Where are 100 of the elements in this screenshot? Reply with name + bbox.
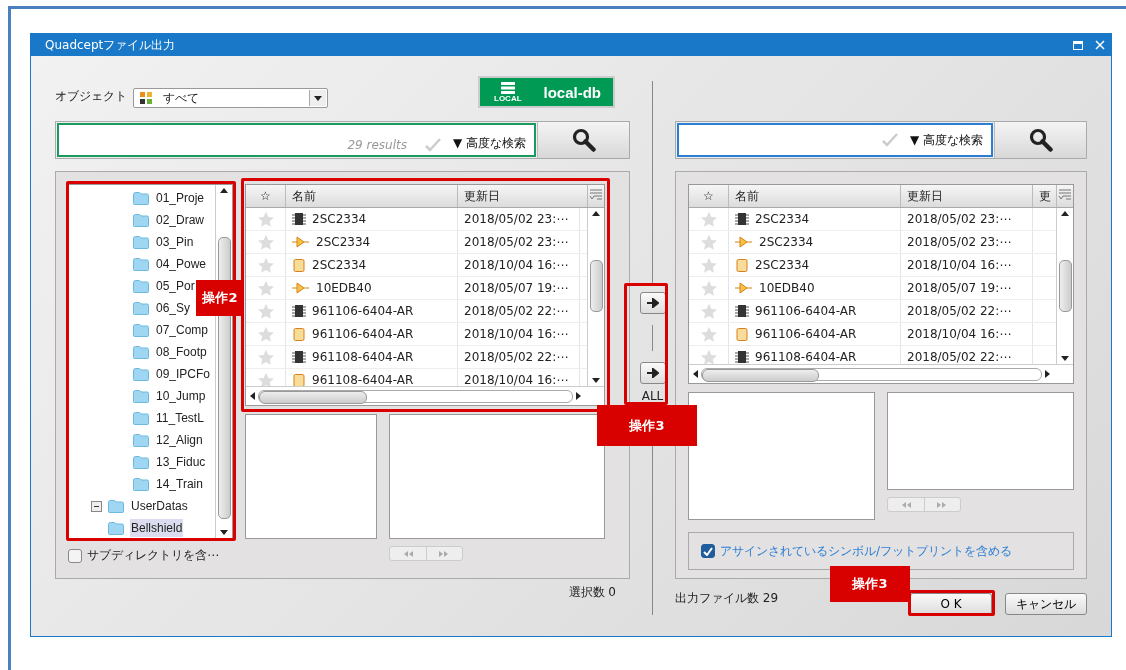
table-cell: 2018/05/02 23:⋯ <box>901 208 1033 230</box>
scroll-thumb[interactable] <box>702 368 820 382</box>
chip-icon <box>292 213 306 225</box>
tree-item[interactable]: 04_Powe <box>155 255 208 273</box>
table-cell: 961106-6404-AR <box>286 323 458 345</box>
dropdown-arrow-icon[interactable] <box>314 95 322 101</box>
star-icon[interactable] <box>699 348 718 364</box>
tree-item[interactable]: 14_Train <box>155 475 204 493</box>
star-icon[interactable] <box>256 256 275 274</box>
star-icon[interactable] <box>699 210 718 228</box>
database-icon <box>500 81 515 94</box>
star-icon[interactable] <box>256 371 275 386</box>
table-cell: 2SC2334 <box>729 254 901 276</box>
scroll-right-icon[interactable] <box>1045 370 1050 378</box>
star-icon[interactable] <box>256 233 275 251</box>
checkmark-icon <box>424 138 441 152</box>
pager[interactable] <box>887 497 961 512</box>
folder-icon <box>133 191 149 205</box>
horizontal-scrollbar[interactable] <box>689 364 1073 383</box>
column-header[interactable]: 更新日 <box>901 185 1033 207</box>
triangle-symbol-icon <box>735 236 753 248</box>
horizontal-scrollbar[interactable] <box>246 386 604 405</box>
table-cell: 10EDB40 <box>729 277 901 299</box>
column-header[interactable]: 更新日 <box>458 185 588 207</box>
table-cell: 2018/10/04 16:⋯ <box>458 323 580 345</box>
table-cell: 961108-6404-AR <box>729 346 901 364</box>
vertical-scrollbar[interactable] <box>587 208 604 386</box>
search-field[interactable]: 29 results ▼ 高度な検索 <box>57 123 536 157</box>
star-icon[interactable] <box>699 233 718 251</box>
search-button[interactable] <box>994 122 1086 158</box>
tree-item[interactable]: 06_Sy <box>155 299 192 317</box>
object-dropdown[interactable]: すべて <box>133 88 328 108</box>
chip-icon <box>735 351 749 363</box>
selection-count: 選択数 0 <box>567 584 617 601</box>
star-icon[interactable] <box>256 325 275 343</box>
table-cell: 2018/10/04 16:⋯ <box>458 254 580 276</box>
table-cell: 2018/10/04 16:⋯ <box>901 323 1033 345</box>
tree-item[interactable]: 13_Fiduc <box>155 453 207 471</box>
star-icon[interactable] <box>256 348 275 366</box>
star-icon[interactable] <box>699 302 718 320</box>
star-icon[interactable] <box>699 256 718 274</box>
folder-icon <box>133 389 149 403</box>
folder-icon <box>133 455 149 469</box>
tree-item[interactable]: 11_TestL <box>155 409 205 427</box>
tree-item[interactable]: 02_Draw <box>155 211 206 229</box>
database-button[interactable]: LOCAL local-db <box>478 76 615 108</box>
all-label: ALL <box>641 389 664 403</box>
column-header[interactable]: ☆ <box>246 185 286 207</box>
folder-icon <box>133 213 149 227</box>
cancel-button[interactable]: キャンセル <box>1005 593 1087 615</box>
folder-icon <box>133 323 149 337</box>
folder-icon <box>133 477 149 491</box>
search-button[interactable] <box>537 122 629 158</box>
star-icon[interactable] <box>699 279 718 297</box>
category-icon <box>140 92 153 104</box>
scroll-thumb[interactable] <box>589 260 603 312</box>
table-cell: 2018/05/02 22:⋯ <box>458 300 580 322</box>
tree-item[interactable]: 08_Footp <box>155 343 208 361</box>
scroll-right-icon[interactable] <box>576 392 581 400</box>
column-header[interactable]: 名前 <box>729 185 901 207</box>
table-cell: 2018/10/04 16:⋯ <box>458 369 580 386</box>
tree-item[interactable]: 05_Por <box>155 277 196 295</box>
table-cell: 2018/05/02 23:⋯ <box>458 208 580 230</box>
scroll-thumb[interactable] <box>259 390 368 404</box>
add-all-button[interactable] <box>639 362 666 384</box>
table-cell: 2018/10/04 16:⋯ <box>901 254 1033 276</box>
scroll-left-icon[interactable] <box>693 370 698 378</box>
column-header[interactable]: ☆ <box>689 185 729 207</box>
add-button[interactable] <box>639 292 666 314</box>
footprint-icon <box>292 373 306 386</box>
tree-item[interactable]: 01_Proje <box>155 189 206 207</box>
scroll-left-icon[interactable] <box>250 392 255 400</box>
object-label: オブジェクト <box>55 88 127 105</box>
tree-item[interactable]: 07_Comp <box>155 321 210 339</box>
table-cell: 2018/05/07 19:⋯ <box>458 277 580 299</box>
collapse-icon[interactable] <box>91 500 102 512</box>
vertical-scrollbar[interactable] <box>1056 208 1073 364</box>
star-icon[interactable] <box>699 325 718 343</box>
tree-item[interactable]: 10_Jump <box>155 387 207 405</box>
table-cell: 961106-6404-AR <box>729 323 901 345</box>
tree-item[interactable]: 09_IPCFo <box>155 365 212 383</box>
pager[interactable] <box>389 546 463 561</box>
checkbox[interactable] <box>701 544 715 558</box>
search-field[interactable]: ▼ 高度な検索 <box>677 123 993 157</box>
tree-item[interactable]: 03_Pin <box>155 233 195 251</box>
output-file-count: 出力ファイル数 29 <box>675 590 780 607</box>
tree-item[interactable]: 12_Align <box>155 431 204 449</box>
checkbox[interactable] <box>68 548 82 563</box>
star-icon[interactable] <box>256 279 275 297</box>
star-icon[interactable] <box>256 210 275 228</box>
tree-item[interactable]: Bellshield <box>130 519 184 537</box>
column-header[interactable]: 更 <box>1033 185 1057 207</box>
tree-item[interactable]: UserDatas <box>130 497 189 515</box>
scroll-thumb[interactable] <box>1058 260 1072 312</box>
folder-icon <box>108 521 124 535</box>
star-icon[interactable] <box>256 302 275 320</box>
table-cell: 2018/05/02 22:⋯ <box>901 300 1033 322</box>
table-cell: 2018/05/02 23:⋯ <box>458 231 580 253</box>
column-header[interactable]: 名前 <box>286 185 458 207</box>
table-cell: 2SC2334 <box>286 231 458 253</box>
